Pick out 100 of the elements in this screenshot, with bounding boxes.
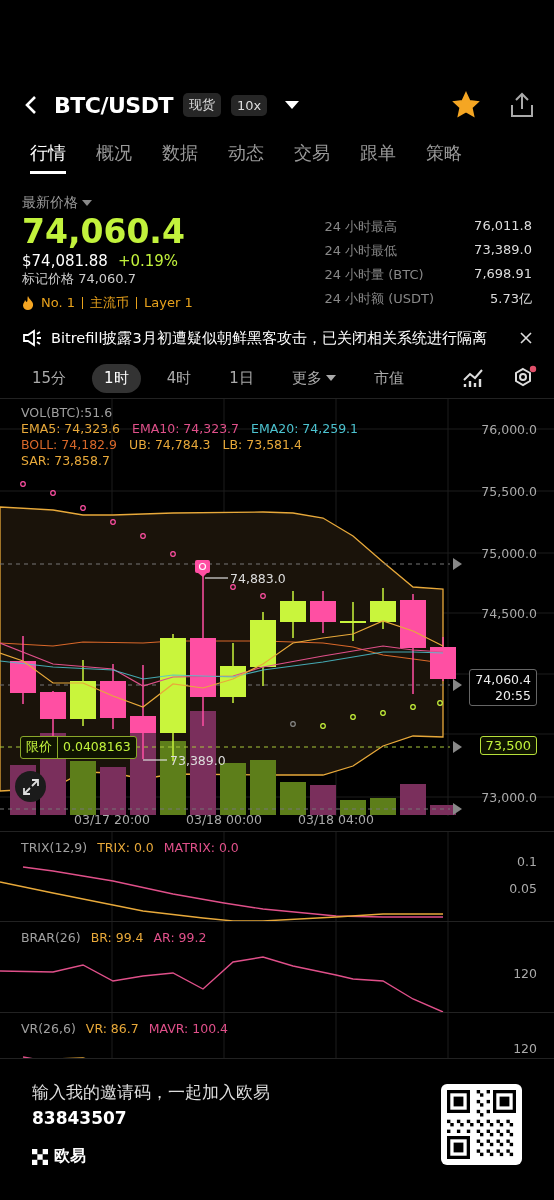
close-icon[interactable] bbox=[520, 332, 532, 344]
time-axis-label: 03/18 04:00 bbox=[298, 812, 374, 827]
price-arrow-icon bbox=[453, 558, 462, 570]
indicator-axis-label: 120 bbox=[513, 1040, 537, 1056]
caret-icon bbox=[325, 374, 336, 382]
coin-tag[interactable]: 主流币 bbox=[90, 293, 129, 312]
coin-tag[interactable]: No. 1 bbox=[41, 295, 75, 311]
stat-value: 73,389.0 bbox=[474, 242, 532, 259]
price-axis-label: 73,000.0 bbox=[481, 789, 537, 805]
volume-bar bbox=[310, 785, 336, 815]
limit-order-tag[interactable]: 限价 0.0408163 bbox=[20, 736, 137, 759]
timeframe-tab[interactable]: 15分 bbox=[20, 363, 79, 393]
invite-text: 输入我的邀请码，一起加入欧易 bbox=[32, 1081, 270, 1104]
dropdown-caret-icon[interactable] bbox=[285, 100, 300, 110]
share-icon[interactable] bbox=[510, 92, 534, 118]
indicator-value: EMA10: 74,323.7 bbox=[132, 421, 240, 436]
indicator-value: TRIX: 0.0 bbox=[97, 840, 154, 855]
time-axis-label: 03/17 20:00 bbox=[74, 812, 150, 827]
high-price-label: 74,883.0 bbox=[230, 570, 286, 586]
price-type-selector[interactable]: 最新价格 bbox=[22, 194, 193, 212]
indicator-value: VR: 86.7 bbox=[85, 1021, 139, 1036]
candle bbox=[340, 601, 366, 642]
indicator-chart-icon[interactable] bbox=[462, 368, 484, 388]
timeframe-tab[interactable]: 4时 bbox=[154, 363, 204, 393]
sar-dot bbox=[410, 704, 416, 710]
timeframe-tab[interactable]: 1时 bbox=[92, 363, 141, 393]
indicator-value: TRIX(12,9) bbox=[21, 840, 88, 855]
caret-icon bbox=[82, 199, 92, 207]
volume-bar bbox=[340, 800, 366, 815]
back-icon[interactable] bbox=[24, 94, 38, 116]
pair-title: BTC/USDT bbox=[54, 92, 173, 118]
candle bbox=[280, 590, 306, 639]
sar-dot bbox=[437, 700, 443, 706]
volume-bar bbox=[370, 798, 396, 815]
star-icon[interactable] bbox=[452, 91, 480, 119]
nav-tab[interactable]: 行情 bbox=[30, 134, 66, 174]
indicator-axis-label: 0.1 bbox=[517, 853, 537, 869]
price-axis-label: 75,000.0 bbox=[481, 545, 537, 561]
sar-dot bbox=[350, 714, 356, 720]
nav-tab[interactable]: 策略 bbox=[426, 134, 462, 174]
indicator-axis-label: 120 bbox=[513, 965, 537, 981]
market-badge: 10x bbox=[230, 94, 268, 116]
alert-price-tag[interactable]: 73,500 bbox=[479, 736, 537, 755]
volume-bar bbox=[250, 760, 276, 815]
limit-order-label: 限价 bbox=[21, 737, 58, 758]
indicator-value: EMA20: 74,259.1 bbox=[251, 421, 359, 436]
sar-dot bbox=[170, 551, 176, 557]
candle bbox=[310, 590, 336, 634]
candle bbox=[40, 690, 66, 737]
volume-bar bbox=[400, 784, 426, 815]
invite-code: 83843507 bbox=[32, 1108, 128, 1128]
indicator-axis-label: 0.05 bbox=[509, 880, 537, 896]
price-change: +0.19% bbox=[117, 251, 179, 270]
indicator-value: BR: 99.4 bbox=[90, 930, 144, 945]
mark-price: 标记价格 74,060.7 bbox=[22, 269, 138, 288]
price-arrow-icon bbox=[453, 741, 462, 753]
time-axis-label: 03/18 00:00 bbox=[186, 812, 262, 827]
sar-dot bbox=[290, 721, 296, 727]
brand-name: 欧易 bbox=[54, 1146, 86, 1167]
nav-tab[interactable]: 概况 bbox=[96, 134, 132, 174]
timeframe-tab[interactable]: 市值 bbox=[361, 363, 416, 393]
price-arrow-icon bbox=[453, 679, 462, 691]
coin-tag[interactable]: Layer 1 bbox=[144, 295, 193, 311]
sar-dot bbox=[20, 481, 26, 487]
indicator-value: UB: 74,784.3 bbox=[129, 437, 211, 452]
flame-icon bbox=[22, 295, 34, 310]
logo-icon bbox=[32, 1148, 48, 1165]
indicator-value: BOLL: 74,182.9 bbox=[21, 437, 117, 452]
candle-countdown: 20:55 bbox=[494, 687, 531, 704]
last-price-value: 74,060.4 bbox=[475, 672, 531, 688]
sar-dot bbox=[230, 584, 236, 590]
nav-tab[interactable]: 跟单 bbox=[360, 134, 396, 174]
limit-order-value: 0.0408163 bbox=[62, 738, 132, 756]
expand-icon bbox=[22, 778, 39, 795]
sar-dot bbox=[260, 593, 266, 599]
market-badge: 现货 bbox=[182, 93, 221, 117]
timeframe-tab[interactable]: 1日 bbox=[217, 363, 266, 393]
timeframe-tab[interactable]: 更多 bbox=[279, 363, 348, 393]
price-axis-label: 75,500.0 bbox=[481, 483, 537, 499]
leader-line bbox=[204, 577, 229, 579]
nav-tab[interactable]: 数据 bbox=[162, 134, 198, 174]
nav-tab[interactable]: 动态 bbox=[228, 134, 264, 174]
indicator-value: VOL(BTC):51.6 bbox=[21, 405, 113, 420]
sar-dot bbox=[320, 723, 326, 729]
indicator-value: LB: 73,581.4 bbox=[222, 437, 302, 452]
candle bbox=[100, 663, 126, 730]
stat-value: 5.73亿 bbox=[489, 290, 532, 308]
usd-price: $74,081.88 bbox=[22, 251, 108, 270]
price-arrow-icon bbox=[453, 803, 462, 815]
stat-value: 7,698.91 bbox=[474, 266, 532, 283]
stat-label: 24 小时最低 bbox=[324, 242, 399, 260]
nav-tab[interactable]: 交易 bbox=[294, 134, 330, 174]
news-headline[interactable]: Bitrefill披露3月初遭疑似朝鲜黑客攻击，已关闭相关系统进行隔离 bbox=[51, 328, 511, 348]
last-price: 74,060.4 bbox=[22, 212, 186, 252]
volume-bar bbox=[100, 767, 126, 815]
sar-dot bbox=[50, 490, 56, 496]
high-marker-icon bbox=[195, 560, 210, 577]
speaker-icon bbox=[22, 329, 42, 347]
indicator-value: MAVR: 100.4 bbox=[148, 1021, 229, 1036]
low-price-label: 73,389.0 bbox=[170, 752, 226, 768]
